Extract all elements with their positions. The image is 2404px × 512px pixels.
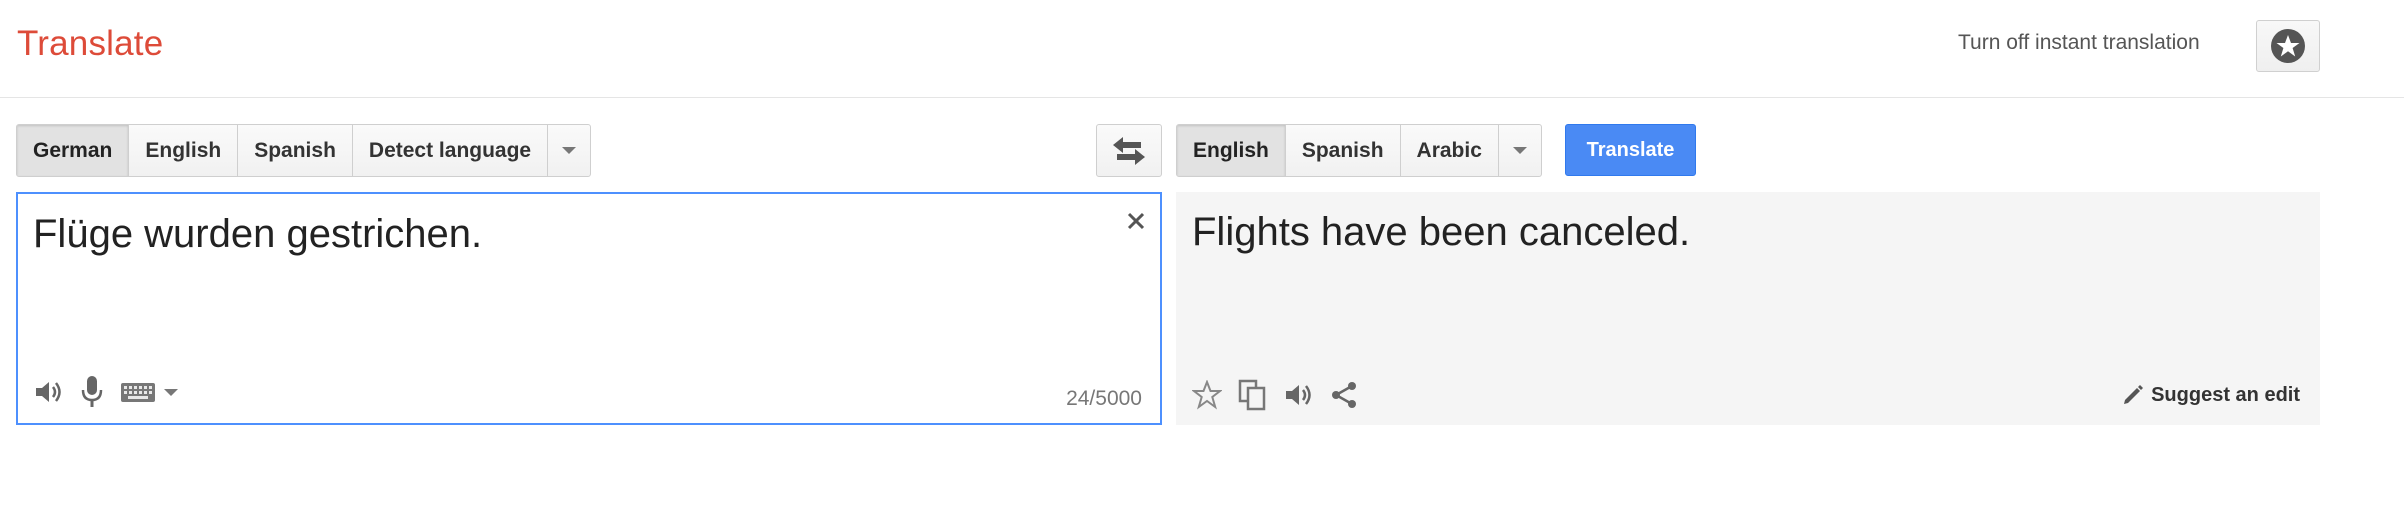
translation-result-area: Flights have been canceled. Suggest an e…: [1176, 192, 2320, 425]
input-tools-button[interactable]: [120, 380, 178, 404]
saved-phrases-button[interactable]: [2256, 20, 2320, 72]
source-toolbar: [34, 375, 194, 409]
source-lang-german[interactable]: German: [17, 125, 130, 176]
keyboard-icon: [121, 383, 155, 402]
translation-text: Flights have been canceled.: [1192, 210, 1691, 254]
copy-translation-button[interactable]: [1238, 379, 1268, 411]
chevron-down-icon: [1512, 147, 1527, 154]
result-toolbar: [1192, 379, 1374, 411]
translate-button[interactable]: Translate: [1565, 124, 1696, 176]
target-lang-more-button[interactable]: [1499, 125, 1541, 176]
close-icon: [1127, 212, 1145, 230]
character-count: 24/5000: [1066, 387, 1142, 410]
source-lang-spanish[interactable]: Spanish: [238, 125, 353, 176]
listen-source-button[interactable]: [34, 378, 64, 406]
target-lang-arabic[interactable]: Arabic: [1401, 125, 1499, 176]
target-lang-english[interactable]: English: [1177, 125, 1286, 176]
turn-off-instant-translation-link[interactable]: Turn off instant translation: [1958, 31, 2200, 55]
source-text-area[interactable]: Flüge wurden gestrichen. 24/5000: [16, 192, 1162, 425]
target-lang-spanish[interactable]: Spanish: [1286, 125, 1401, 176]
share-icon: [1332, 382, 1356, 408]
suggest-edit-button[interactable]: Suggest an edit: [2121, 383, 2300, 407]
swap-languages-button[interactable]: [1096, 124, 1162, 177]
header: Translate Turn off instant translation: [0, 0, 2404, 98]
target-language-bar: English Spanish Arabic: [1176, 124, 1542, 177]
save-translation-button[interactable]: [1192, 380, 1222, 410]
microphone-icon: [81, 376, 103, 407]
clear-source-button[interactable]: [1126, 204, 1146, 236]
suggest-edit-label: Suggest an edit: [2151, 383, 2300, 406]
speaker-icon: [36, 382, 61, 402]
pencil-icon: [2121, 383, 2145, 407]
star-circle-icon: [2271, 29, 2305, 63]
voice-input-button[interactable]: [80, 375, 104, 409]
speaker-icon: [1286, 385, 1311, 405]
listen-translation-button[interactable]: [1284, 381, 1314, 409]
source-lang-detect[interactable]: Detect language: [353, 125, 549, 176]
source-language-bar: German English Spanish Detect language: [16, 124, 592, 177]
chevron-down-icon: [164, 388, 178, 396]
share-translation-button[interactable]: [1330, 380, 1358, 410]
source-lang-english[interactable]: English: [129, 125, 239, 176]
source-text[interactable]: Flüge wurden gestrichen.: [33, 212, 482, 257]
source-lang-more-button[interactable]: [548, 125, 590, 176]
star-outline-icon: [1192, 380, 1222, 410]
chevron-down-icon: [562, 147, 577, 154]
copy-icon: [1238, 379, 1266, 411]
swap-arrows-icon: [1113, 136, 1145, 165]
app-title[interactable]: Translate: [17, 24, 163, 64]
